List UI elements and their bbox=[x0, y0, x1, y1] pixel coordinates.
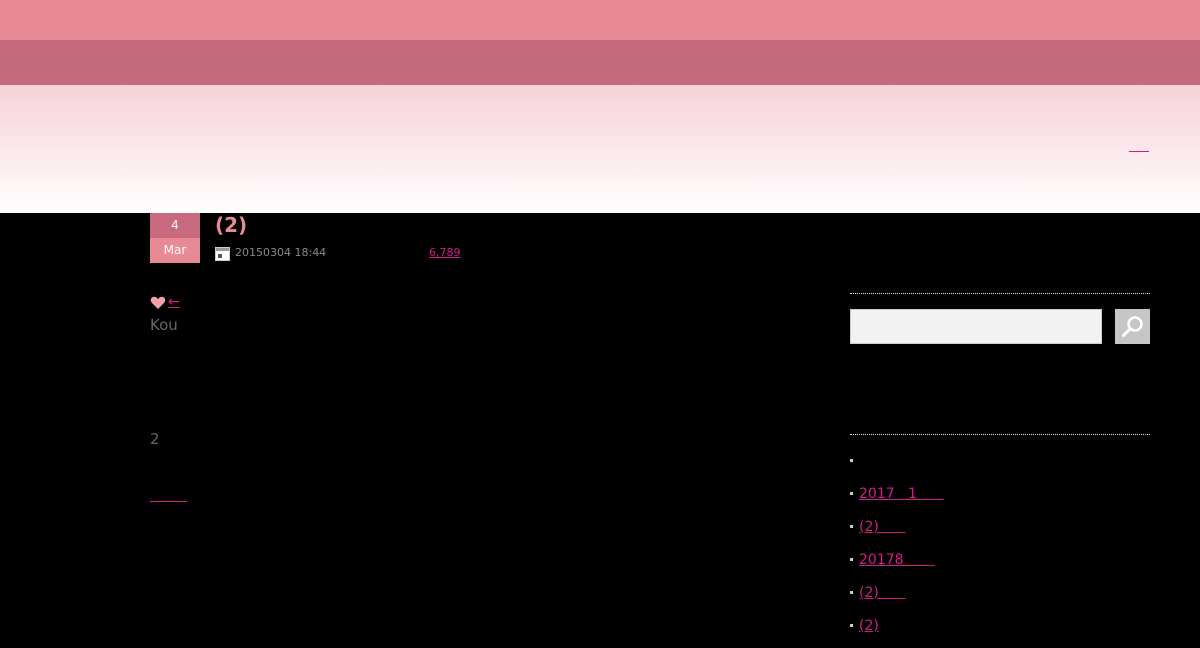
post-date-badge: 4 Mar bbox=[150, 213, 200, 263]
heart-icon bbox=[150, 296, 166, 309]
bullet-icon bbox=[850, 492, 853, 495]
bullet-icon bbox=[850, 624, 853, 627]
sidebar-link[interactable]: (2) bbox=[859, 518, 906, 536]
search-input[interactable] bbox=[850, 309, 1102, 344]
post-title: (2) bbox=[215, 213, 248, 237]
post-date-month: Mar bbox=[150, 238, 200, 263]
bullet-icon bbox=[850, 591, 853, 594]
sidebar-link[interactable]: 2017 1 bbox=[859, 485, 944, 503]
navigation-bar bbox=[0, 40, 1200, 85]
post-bottom-link[interactable] bbox=[150, 500, 187, 502]
site-header bbox=[0, 85, 1200, 213]
sidebar-link[interactable]: 20178 bbox=[859, 551, 935, 569]
back-link[interactable]: ← bbox=[168, 294, 220, 310]
post-author: Kou bbox=[150, 316, 178, 334]
sidebar-link[interactable]: (2) bbox=[859, 584, 906, 602]
post-count: 2 bbox=[150, 430, 160, 448]
top-bar bbox=[0, 0, 1200, 40]
post-views-link[interactable]: 6,789 bbox=[429, 246, 475, 260]
bullet-icon bbox=[850, 459, 853, 462]
sidebar-divider bbox=[850, 434, 1150, 435]
post-date-day: 4 bbox=[150, 213, 200, 238]
bullet-icon bbox=[850, 525, 853, 528]
bullet-icon bbox=[850, 558, 853, 561]
header-link[interactable] bbox=[1129, 150, 1149, 152]
sidebar-link[interactable]: (2) bbox=[859, 617, 879, 635]
post-datetime: 20150304 18:44 bbox=[235, 246, 327, 259]
sidebar-divider bbox=[850, 293, 1150, 294]
search-icon bbox=[1122, 316, 1143, 337]
search-button[interactable] bbox=[1115, 309, 1150, 344]
calendar-icon bbox=[215, 247, 230, 261]
